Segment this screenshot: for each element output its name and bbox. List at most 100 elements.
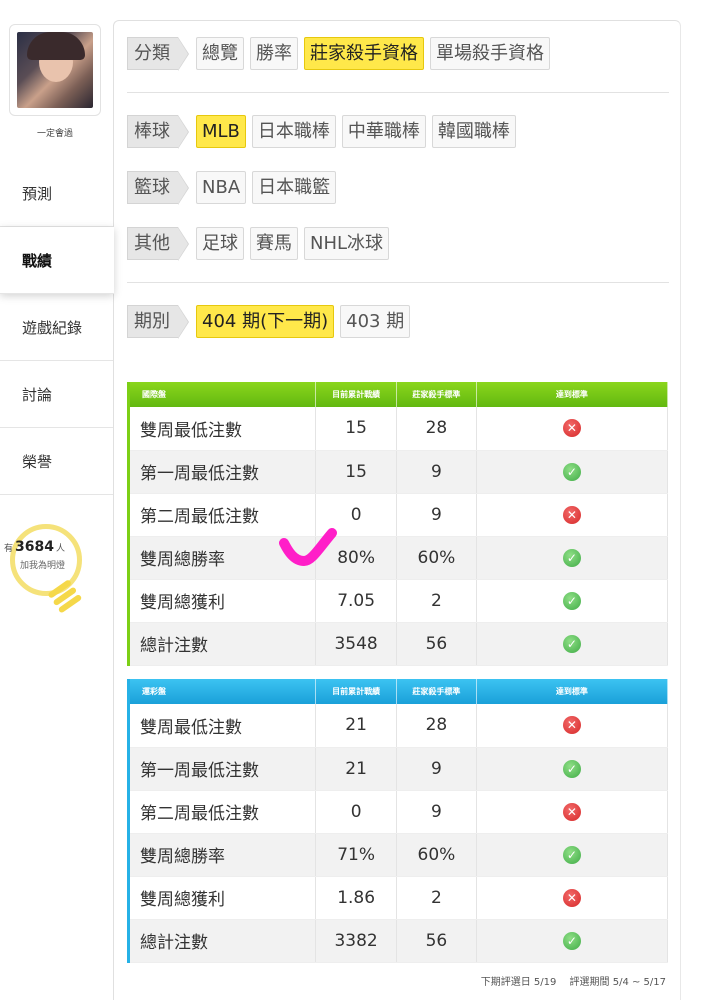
table-cell-name: 總計注數 [128,919,317,963]
period-option-404[interactable]: 404 期(下一期) [196,305,335,338]
category-label: 分類 [127,37,189,71]
table-cell-met: ✓ [476,919,669,963]
table-cell-standard: 56 [396,919,477,963]
category-filter: 分類 總覽 勝率 莊家殺手資格 單場殺手資格 [127,37,550,71]
baseball-label: 棒球 [127,115,189,149]
table-cell-standard: 56 [396,622,477,666]
league-option-bj[interactable]: 日本職籃 [252,171,337,204]
category-option-overview[interactable]: 總覽 [196,37,244,70]
table-cell-standard: 2 [396,876,477,920]
check-circle-icon: ✓ [562,548,581,567]
x-circle-icon: ✕ [562,888,581,907]
basketball-filter: 籃球 NBA 日本職籃 [127,171,337,205]
column-header: 莊家殺手標準 [396,679,477,704]
table-cell-standard: 28 [396,704,477,748]
league-option-npb[interactable]: 日本職棒 [251,115,336,148]
table-cell-met: ✓ [476,833,669,877]
table-cell-current: 3548 [315,622,398,666]
table-cell-met: ✕ [476,876,669,920]
column-header: 達到標準 [476,382,669,407]
table-cell-met: ✓ [476,536,669,580]
table-row: 雙周最低注數 21 28 ✕ [128,704,669,748]
table-cell-standard: 9 [396,747,477,791]
table-row: 第二周最低注數 0 9 ✕ [128,790,669,834]
table-row: 第一周最低注數 21 9 ✓ [128,747,669,791]
avatar-frame[interactable] [9,24,101,116]
x-circle-icon: ✕ [562,505,581,524]
table-cell-current: 3382 [315,919,398,963]
column-header: 莊家殺手標準 [396,382,477,407]
period-option-403[interactable]: 403 期 [340,305,411,338]
league-option-horse-racing[interactable]: 賽馬 [250,227,298,260]
fan-count-number: 3684 [15,539,54,555]
table-cell-current: 21 [315,704,398,748]
nav-item-predict[interactable]: 預測 [0,160,113,227]
table-row: 第二周最低注數 0 9 ✕ [128,493,669,537]
table-cell-met: ✕ [476,493,669,537]
table-cell-name: 總計注數 [128,622,317,666]
fan-count-prefix: 有 [4,544,14,554]
international-stats-table: 國際盤 目前累計戰績 莊家殺手標準 達到標準 雙周最低注數 15 28 ✕ 第一周最低注… [127,382,669,666]
table-cell-name: 雙周最低注數 [128,704,317,748]
divider [127,92,669,93]
table-cell-current: 21 [315,747,398,791]
x-circle-icon: ✕ [562,716,581,735]
check-circle-icon: ✓ [562,845,581,864]
table-cell-current: 15 [315,407,398,451]
table-cell-name: 雙周總勝率 [128,833,317,877]
check-circle-icon: ✓ [562,462,581,481]
league-option-nba[interactable]: NBA [196,171,247,204]
annotation-check-mark [279,528,337,566]
x-circle-icon: ✕ [562,419,581,438]
user-name: 一定會過 [36,129,73,139]
table-header-row: 國際盤 目前累計戰績 莊家殺手標準 達到標準 [128,382,669,407]
table-body: 雙周最低注數 15 28 ✕ 第一周最低注數 15 9 ✓ 第二周最低注數 0 9 ✕ 雙周總勝率 80%… [128,407,669,666]
league-option-nhl[interactable]: NHL冰球 [304,227,390,260]
table-row: 雙周最低注數 15 28 ✕ [128,407,669,451]
table-row: 總計注數 3382 56 ✓ [128,919,669,963]
table-cell-met: ✓ [476,747,669,791]
fan-count: 有 3684 人 [4,539,94,555]
follow-me-label[interactable]: 加我為明燈 [20,558,65,571]
table-cell-met: ✓ [476,579,669,623]
nav-item-honor[interactable]: 榮譽 [0,428,113,495]
table-row: 總計注數 3548 56 ✓ [128,622,669,666]
check-circle-icon: ✓ [562,759,581,778]
category-option-winrate[interactable]: 勝率 [250,37,298,70]
table-cell-standard: 2 [396,579,477,623]
column-header: 目前累計戰績 [315,679,398,704]
table-cell-current: 71% [315,833,398,877]
divider [127,282,669,283]
league-option-kbo[interactable]: 韓國職棒 [431,115,516,148]
avatar[interactable] [17,32,93,108]
table-cell-name: 第一周最低注數 [128,747,317,791]
column-header: 國際盤 [128,382,317,407]
table-cell-standard: 28 [396,407,477,451]
nav-item-discussion[interactable]: 討論 [0,361,113,428]
check-circle-icon: ✓ [562,634,581,653]
category-option-bookmaker-killer[interactable]: 莊家殺手資格 [304,37,424,70]
league-option-soccer[interactable]: 足球 [196,227,244,260]
column-header: 達到標準 [476,679,669,704]
league-option-cpbl[interactable]: 中華職棒 [341,115,426,148]
table-cell-met: ✓ [476,622,669,666]
table-row: 第一周最低注數 15 9 ✓ [128,450,669,494]
baseball-filter: 棒球 MLB 日本職棒 中華職棒 韓國職棒 [127,115,516,149]
review-period: 評選期間 5/4 ~ 5/17 [569,977,666,988]
table-cell-met: ✓ [476,450,669,494]
table-cell-name: 雙周總獲利 [128,579,317,623]
nav-item-game-history[interactable]: 遊戲紀錄 [0,294,113,361]
main-panel: 分類 總覽 勝率 莊家殺手資格 單場殺手資格 棒球 MLB 日本職棒 中華職棒 … [113,20,681,1000]
table-cell-current: 1.86 [315,876,398,920]
next-review-date: 下期評選日 5/19 [480,977,557,988]
table-body: 雙周最低注數 21 28 ✕ 第一周最低注數 21 9 ✓ 第二周最低注數 0 9 ✕ 雙周總勝率 71%… [128,704,669,963]
other-label: 其他 [127,227,189,261]
review-info: 下期評選日 5/19 評選期間 5/4 ~ 5/17 [471,973,666,988]
table-cell-standard: 9 [396,450,477,494]
table-cell-current: 0 [315,790,398,834]
category-option-single-killer[interactable]: 單場殺手資格 [430,37,550,70]
table-cell-met: ✕ [476,790,669,834]
league-option-mlb[interactable]: MLB [196,115,246,148]
sports-lottery-stats-table: 運彩盤 目前累計戰績 莊家殺手標準 達到標準 雙周最低注數 21 28 ✕ 第一周最低注… [127,679,669,963]
nav-item-record[interactable]: 戰績 [0,227,114,294]
